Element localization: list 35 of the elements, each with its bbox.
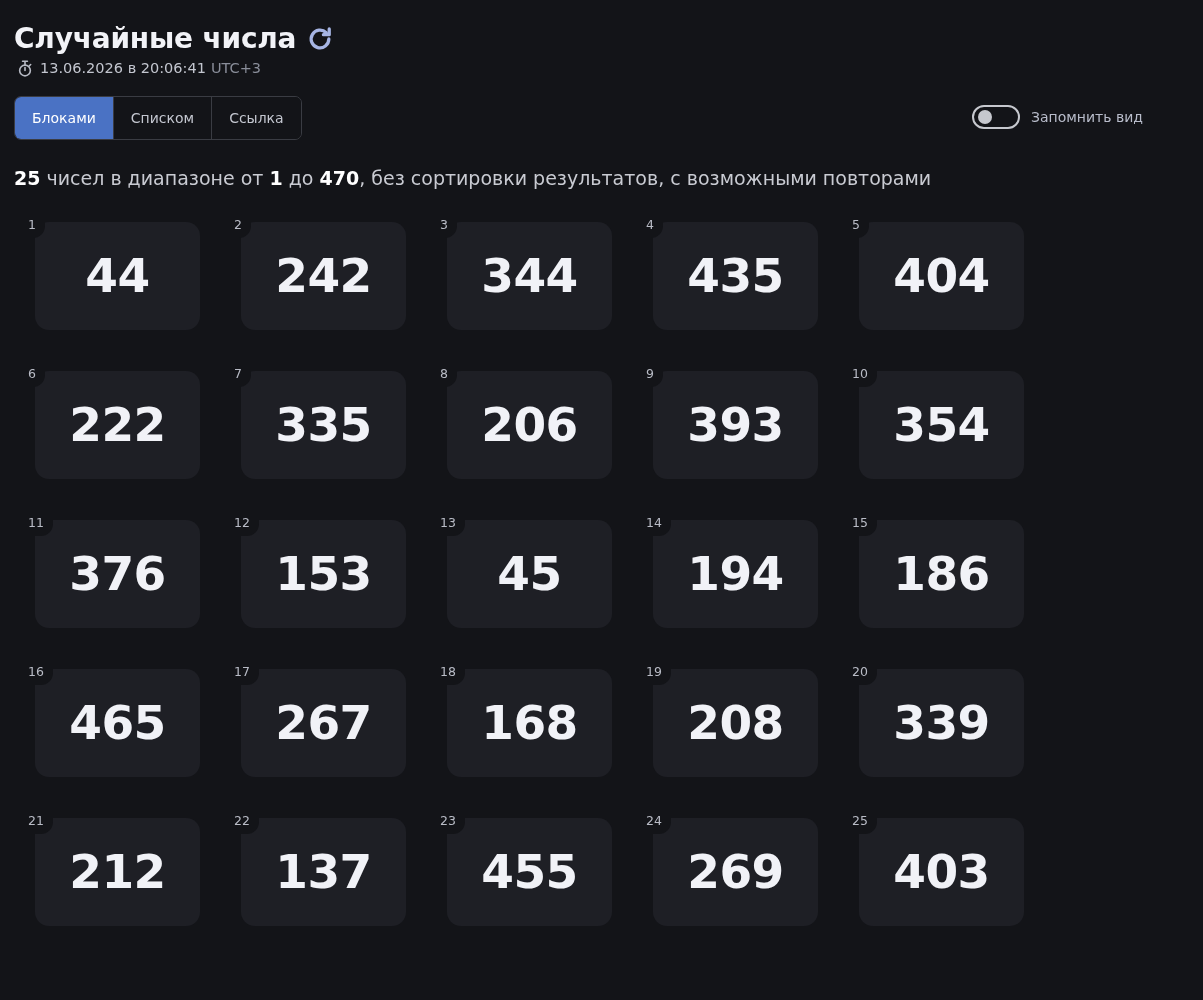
number-value: 335 bbox=[275, 397, 372, 453]
number-value: 137 bbox=[275, 844, 372, 900]
number-value: 435 bbox=[687, 248, 784, 304]
view-tab[interactable]: Ссылка bbox=[211, 97, 301, 139]
number-value: 354 bbox=[893, 397, 990, 453]
number-value: 153 bbox=[275, 546, 372, 602]
number-value: 267 bbox=[275, 695, 372, 751]
view-tab[interactable]: Блоками bbox=[15, 97, 113, 139]
number-value: 44 bbox=[85, 248, 150, 304]
number-value: 206 bbox=[481, 397, 578, 453]
number-value: 465 bbox=[69, 695, 166, 751]
summary-text: 25 чисел в диапазоне от 1 до 470, без сортировки результатов, с возможными повторами bbox=[14, 166, 932, 191]
number-value: 212 bbox=[69, 844, 166, 900]
stopwatch-icon bbox=[17, 59, 33, 77]
number-value: 242 bbox=[275, 248, 372, 304]
number-value: 455 bbox=[481, 844, 578, 900]
number-value: 376 bbox=[69, 546, 166, 602]
refresh-icon[interactable] bbox=[308, 27, 333, 51]
number-value: 45 bbox=[497, 546, 562, 602]
number-value: 339 bbox=[893, 695, 990, 751]
number-value: 344 bbox=[481, 248, 578, 304]
number-value: 168 bbox=[481, 695, 578, 751]
toggle-switch[interactable] bbox=[972, 105, 1020, 129]
number-value: 208 bbox=[687, 695, 784, 751]
number-value: 393 bbox=[687, 397, 784, 453]
number-value: 222 bbox=[69, 397, 166, 453]
number-value: 404 bbox=[893, 248, 990, 304]
number-value: 269 bbox=[687, 844, 784, 900]
timezone-text: UTC+3 bbox=[210, 59, 262, 78]
toggle-label: Запомнить вид bbox=[1031, 109, 1143, 125]
timestamp-text: 13.06.2026 в 20:06:41 bbox=[40, 59, 206, 78]
number-value: 194 bbox=[687, 546, 784, 602]
number-value: 403 bbox=[893, 844, 990, 900]
number-value: 186 bbox=[893, 546, 990, 602]
page-title: Случайные числа bbox=[14, 22, 297, 56]
